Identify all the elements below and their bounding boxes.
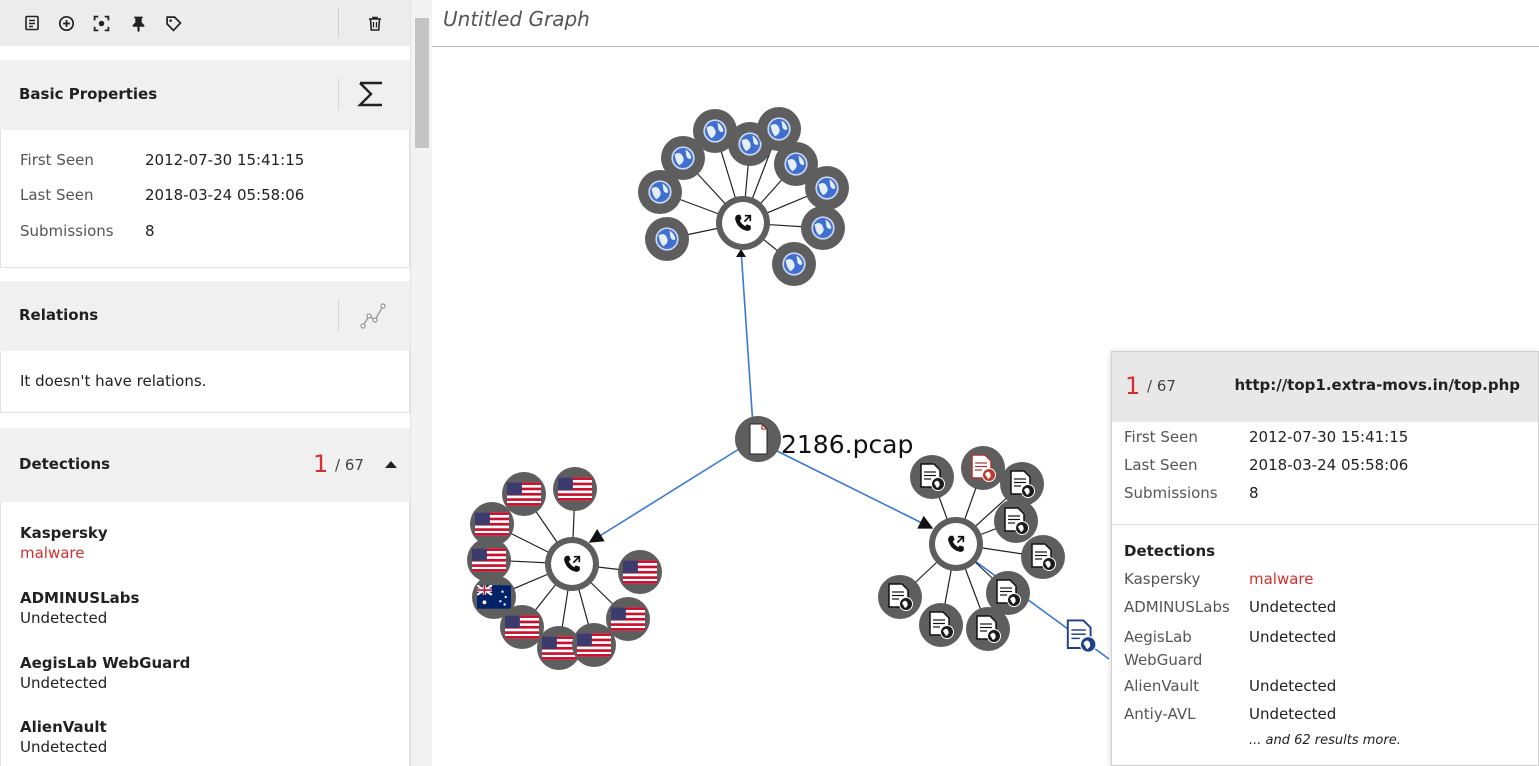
card-submissions: Submissions 8: [1124, 484, 1259, 502]
edge-right: [776, 450, 934, 529]
card-detection-row: Kaspersky malware: [1124, 570, 1314, 588]
basic-properties-header[interactable]: Basic Properties: [0, 60, 410, 130]
engine-result: Undetected: [1249, 628, 1337, 646]
engine-result: Undetected: [20, 738, 108, 756]
prop-value: 2012-07-30 15:41:15: [1249, 428, 1409, 446]
edge-top: [740, 248, 754, 427]
engine-result: Undetected: [20, 674, 108, 692]
detection-item: Kaspersky malware: [20, 524, 108, 562]
cluster-right: [878, 446, 1097, 654]
add-circle-icon[interactable]: [55, 12, 77, 34]
pcap-file-node[interactable]: [735, 416, 781, 462]
header-separator: [338, 299, 339, 331]
engine-name: ADMINUSLabs: [20, 589, 140, 607]
card-header: 1 / 67 http://top1.extra-movs.in/top.php: [1112, 352, 1538, 422]
prop-label: First Seen: [1124, 428, 1198, 446]
card-first-seen: First Seen 2012-07-30 15:41:15: [1124, 428, 1408, 446]
detections-title: Detections: [19, 455, 111, 473]
prop-value: 8: [1249, 484, 1259, 502]
edge-left: [588, 448, 740, 543]
scrollbar-thumb[interactable]: [415, 18, 429, 148]
engine-name: AlienVault: [20, 718, 107, 736]
arrowhead: [736, 249, 746, 257]
relations-title: Relations: [19, 306, 99, 324]
engine-name: Kaspersky: [1124, 570, 1201, 588]
basic-properties-title: Basic Properties: [19, 85, 158, 103]
last-seen-row: Last Seen 2018-03-24 05:58:06: [20, 186, 304, 204]
pin-icon[interactable]: [127, 12, 149, 34]
relations-body: It doesn't have relations.: [0, 351, 410, 413]
pcap-file-label: 2186.pcap: [781, 430, 913, 459]
basic-properties-body: First Seen 2012-07-30 15:41:15 Last Seen 2…: [0, 130, 410, 268]
node-detail-card[interactable]: 1 / 67 http://top1.extra-movs.in/top.php…: [1111, 351, 1539, 766]
card-divider: [1112, 524, 1538, 525]
notes-icon[interactable]: [21, 12, 43, 34]
trash-icon[interactable]: [364, 12, 386, 34]
detections-total: / 67: [335, 456, 364, 474]
engine-name: ADMINUSLabs: [1124, 598, 1230, 616]
prop-value: 2012-07-30 15:41:15: [145, 151, 305, 169]
engine-result: Undetected: [20, 609, 108, 627]
collapse-caret-icon[interactable]: [384, 459, 398, 469]
prop-value: 8: [145, 222, 155, 240]
sigma-icon[interactable]: [356, 80, 386, 108]
first-seen-row: First Seen 2012-07-30 15:41:15: [20, 151, 304, 169]
card-url[interactable]: http://top1.extra-movs.in/top.php: [1234, 376, 1520, 394]
focus-icon[interactable]: [90, 12, 112, 34]
relations-empty-text: It doesn't have relations.: [20, 372, 207, 390]
engine-name: AegisLab WebGuard: [20, 654, 191, 672]
side-panel: Basic Properties First Seen 2012-07-30 15…: [0, 0, 432, 766]
prop-label: Submissions: [20, 222, 114, 240]
tag-icon[interactable]: [162, 12, 184, 34]
prop-label: Last Seen: [20, 186, 94, 204]
engine-result: Undetected: [1249, 598, 1337, 616]
detections-positives: 1: [313, 450, 329, 478]
cluster-left: [467, 467, 662, 670]
card-detections-title: Detections: [1124, 542, 1216, 560]
card-last-seen: Last Seen 2018-03-24 05:58:06: [1124, 456, 1408, 474]
card-detection-row: AegisLab WebGuard Undetected: [1124, 626, 1336, 672]
engine-result: Undetected: [1249, 677, 1337, 695]
engine-name: Kaspersky: [20, 524, 108, 542]
engine-result: malware: [1249, 570, 1314, 588]
side-panel-scrollbar[interactable]: [410, 0, 432, 766]
toolbar: [0, 0, 410, 46]
engine-name: AegisLab WebGuard: [1124, 628, 1203, 669]
engine-result: Undetected: [1249, 705, 1337, 723]
prop-label: Submissions: [1124, 484, 1218, 502]
detection-item: AlienVault Undetected: [20, 718, 107, 756]
phone-hub-left[interactable]: [545, 537, 599, 591]
detections-body: Kaspersky malware ADMINUSLabs Undetected…: [0, 502, 410, 766]
toolbar-separator: [338, 8, 339, 38]
detections-header[interactable]: Detections 1 / 67: [0, 428, 410, 502]
card-detection-row: ADMINUSLabs Undetected: [1124, 598, 1336, 616]
submissions-row: Submissions 8: [20, 222, 155, 240]
card-detection-row: AlienVault Undetected: [1124, 677, 1336, 695]
prop-value: 2018-03-24 05:58:06: [1249, 456, 1409, 474]
detection-item: AegisLab WebGuard Undetected: [20, 654, 190, 692]
engine-name: AlienVault: [1124, 677, 1200, 695]
detection-item: ADMINUSLabs Undetected: [20, 589, 139, 627]
phone-hub-top[interactable]: [716, 196, 770, 250]
graph-relations-icon[interactable]: [360, 303, 386, 329]
cluster-top: [638, 107, 849, 286]
engine-result: malware: [20, 544, 85, 562]
selected-url-node[interactable]: [1066, 619, 1097, 654]
relations-header[interactable]: Relations: [0, 281, 410, 351]
card-positives: 1: [1125, 372, 1141, 400]
card-total: / 67: [1147, 377, 1176, 395]
phone-hub-right[interactable]: [929, 517, 983, 571]
prop-label: Last Seen: [1124, 456, 1198, 474]
header-separator: [338, 78, 339, 110]
engine-name: Antiy-AVL: [1124, 705, 1196, 723]
card-detection-row: Antiy-AVL Undetected: [1124, 705, 1336, 723]
card-more-results[interactable]: ... and 62 results more.: [1249, 733, 1401, 748]
prop-value: 2018-03-24 05:58:06: [145, 186, 305, 204]
prop-label: First Seen: [20, 151, 94, 169]
graph-title[interactable]: Untitled Graph: [443, 7, 590, 31]
